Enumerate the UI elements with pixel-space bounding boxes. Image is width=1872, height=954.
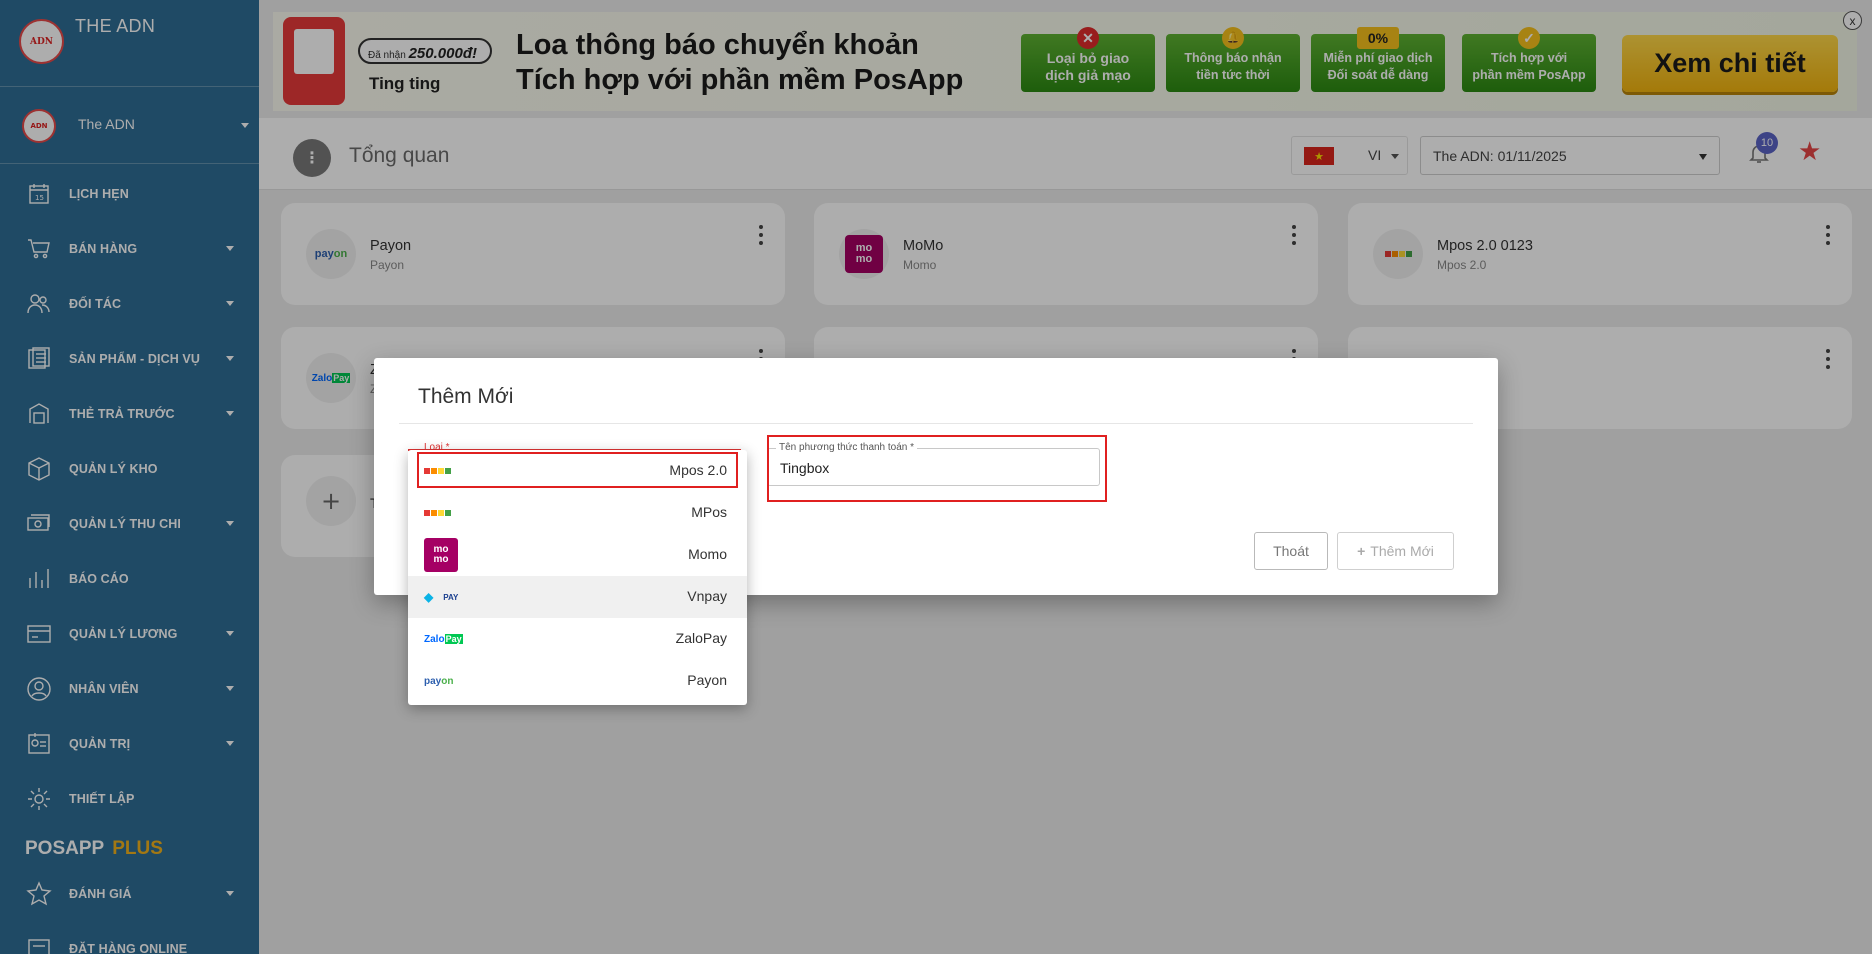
dropdown-option[interactable]: Zalo Pay ZaloPay — [408, 618, 747, 660]
momo-logo: mo mo — [424, 538, 458, 572]
modal-divider — [399, 423, 1473, 424]
dropdown-option-label: ZaloPay — [675, 630, 727, 646]
add-new-label: Thêm Mới — [1370, 543, 1434, 559]
dropdown-option[interactable]: ◆ PAY Vnpay — [408, 576, 747, 618]
type-dropdown-list: Mpos 2.0 MPos mo mo Momo ◆ PAY Vnpay Zalo Pay Zalo… — [408, 450, 747, 705]
plus-icon: + — [1357, 543, 1366, 559]
dropdown-option-label: Vnpay — [687, 588, 727, 604]
dropdown-option-label: MPos — [691, 504, 727, 520]
selected-option-highlight — [417, 452, 738, 488]
payon-logo: pay on — [424, 675, 454, 687]
modal-title: Thêm Mới — [418, 385, 514, 408]
mpos-logo — [424, 503, 462, 523]
dropdown-option[interactable]: pay on Payon — [408, 660, 747, 702]
name-field-highlight — [767, 435, 1107, 502]
dropdown-option[interactable]: MPos — [408, 492, 747, 534]
dropdown-option-label: Payon — [687, 672, 727, 688]
exit-button[interactable]: Thoát — [1254, 532, 1328, 570]
zalopay-logo: Zalo Pay — [424, 633, 463, 645]
dropdown-option[interactable]: mo mo Momo — [408, 534, 747, 576]
dropdown-option-label: Momo — [688, 546, 727, 562]
dropdown-option[interactable]: Mpos 2.0 — [408, 450, 747, 492]
add-new-button[interactable]: + Thêm Mới — [1337, 532, 1454, 570]
vnpay-logo: ◆ PAY — [424, 590, 459, 604]
